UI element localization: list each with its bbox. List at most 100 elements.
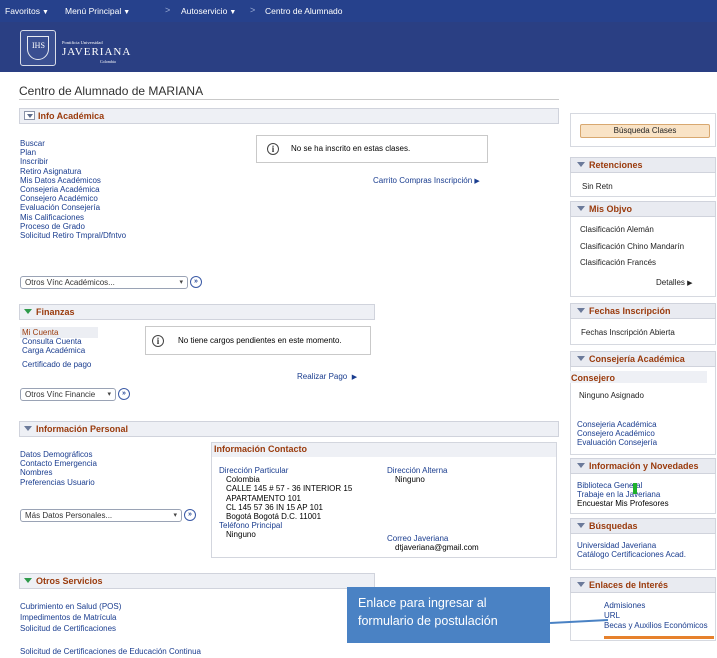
finanzas-header[interactable]: Finanzas [19, 304, 375, 320]
address-line: APARTAMENTO 101 [226, 493, 301, 503]
collapse-triangle-icon[interactable] [577, 356, 585, 362]
title-divider [19, 99, 559, 100]
autoservicio-menu[interactable]: Autoservicio ▼ [181, 6, 236, 16]
busquedas-header[interactable]: Búsquedas [570, 518, 716, 534]
link-consulta-cuenta[interactable]: Consulta Cuenta [22, 337, 91, 346]
link-retiro-asignatura[interactable]: Retiro Asignatura [20, 167, 126, 176]
link-nombres[interactable]: Nombres [20, 468, 97, 477]
telefono-principal-label[interactable]: Teléfono Principal [219, 521, 352, 530]
callout-line-1: Enlace para ingresar al [358, 596, 487, 610]
enlaces-header[interactable]: Enlaces de Interés [570, 577, 716, 593]
otros-vinc-academicos-select[interactable]: Otros Vínc Académicos... ▾ [20, 276, 188, 289]
realizar-pago-label: Realizar Pago [297, 372, 348, 381]
breadcrumb-centro-alumnado[interactable]: Centro de Alumnado [265, 6, 343, 16]
favoritos-menu[interactable]: Favoritos ▼ [5, 6, 49, 16]
link-consejero-academico[interactable]: Consejero Académico [577, 429, 657, 438]
link-datos-demograficos[interactable]: Datos Demográficos [20, 450, 97, 459]
telefono-value: Ninguno [226, 530, 256, 540]
detalles-link[interactable]: Detalles ▶ [656, 278, 693, 287]
info-academica-links: Buscar Plan Inscribir Retiro Asignatura … [20, 139, 126, 240]
info-academica-title: Info Académica [38, 111, 105, 121]
mas-datos-personales-select[interactable]: Más Datos Personales... ▾ [20, 509, 182, 522]
collapse-triangle-icon[interactable] [24, 426, 32, 432]
link-trabaje-javeriana[interactable]: Trabaje en la Javeriana [577, 490, 669, 499]
go-button[interactable]: » [190, 276, 202, 288]
direccion-particular: Dirección Particular Colombia CALLE 145 … [219, 466, 352, 540]
link-proceso-grado[interactable]: Proceso de Grado [20, 222, 126, 231]
enlaces-links: Admisiones URL Becas y Auxilios Económic… [604, 601, 708, 631]
collapse-triangle-icon[interactable] [577, 206, 585, 212]
direccion-alterna: Dirección Alterna Ninguno [387, 466, 447, 484]
direccion-alterna-value: Ninguno [395, 475, 425, 485]
objetivo-item: Clasificación Alemán [580, 225, 654, 234]
go-button[interactable]: » [184, 509, 196, 521]
link-carga-academica[interactable]: Carga Académica [22, 346, 91, 355]
correo-javeriana-label[interactable]: Correo Javeriana [387, 534, 479, 543]
select-value: Otros Vínc Financie [25, 390, 96, 399]
info-academica-header[interactable]: Info Académica [19, 108, 559, 124]
collapse-triangle-icon[interactable] [577, 162, 585, 168]
chevron-down-icon: ▼ [123, 9, 131, 16]
link-contacto-emergencia[interactable]: Contacto Emergencia [20, 459, 97, 468]
carrito-compras-link[interactable]: Carrito Compras Inscripción ▶ [373, 176, 480, 185]
mis-objvo-header[interactable]: Mis Objvo [570, 201, 716, 217]
direccion-particular-label[interactable]: Dirección Particular [219, 466, 352, 475]
link-mi-cuenta[interactable]: Mi Cuenta [22, 328, 91, 337]
breadcrumb-separator-icon: > [250, 5, 256, 15]
otros-vinc-financiero-select[interactable]: Otros Vínc Financie ▾ [20, 388, 116, 401]
retenciones-title: Retenciones [589, 160, 643, 170]
link-consejeria-academica[interactable]: Consejeria Académica [20, 185, 126, 194]
link-consejeria-academica[interactable]: Consejeria Académica [577, 420, 657, 429]
objetivo-item: Clasificación Chino Mandarín [580, 242, 685, 251]
link-preferencias-usuario[interactable]: Preferencias Usuario [20, 478, 97, 487]
novedades-header[interactable]: Información y Novedades [570, 458, 716, 474]
direccion-alterna-label[interactable]: Dirección Alterna [387, 466, 447, 475]
link-becas-auxilios[interactable]: Becas y Auxilios Económicos [604, 621, 708, 631]
arrow-right-icon: ▶ [687, 280, 693, 287]
collapse-triangle-icon[interactable] [577, 308, 585, 314]
realizar-pago-link[interactable]: Realizar Pago ▶ [297, 372, 357, 381]
menu-principal-menu[interactable]: Menú Principal ▼ [65, 6, 130, 16]
collapse-toggle-icon[interactable] [24, 111, 35, 121]
correo-value: dtjaveriana@gmail.com [395, 543, 479, 553]
link-url[interactable]: URL [604, 611, 708, 621]
info-personal-header[interactable]: Información Personal [19, 421, 559, 437]
link-cubrimiento-salud[interactable]: Cubrimiento en Salud (POS) [20, 601, 121, 612]
address-line: CALLE 145 # 57 - 36 INTERIOR 15 [226, 484, 353, 494]
link-biblioteca-general[interactable]: Biblioteca General [577, 481, 669, 490]
otros-servicios-header[interactable]: Otros Servicios [19, 573, 375, 589]
fechas-inscripcion-link[interactable]: Fechas Inscripción Abierta [581, 328, 675, 337]
collapse-triangle-icon[interactable] [577, 463, 585, 469]
link-certificaciones-educacion-continua[interactable]: Solicitud de Certificaciones de Educació… [20, 647, 201, 656]
arrow-right-icon: ▶ [474, 178, 480, 185]
consejeria-header[interactable]: Consejería Académica [570, 351, 716, 367]
collapse-triangle-icon[interactable] [24, 578, 32, 584]
otros-servicios-links: Cubrimiento en Salud (POS) Impedimentos … [20, 601, 121, 634]
link-impedimentos-matricula[interactable]: Impedimentos de Matrícula [20, 612, 121, 623]
link-evaluacion-consejeria[interactable]: Evaluación Consejería [577, 438, 657, 447]
cursor-marker [633, 483, 637, 494]
link-mis-datos-academicos[interactable]: Mis Datos Académicos [20, 176, 126, 185]
link-evaluacion-consejeria[interactable]: Evaluación Consejería [20, 203, 126, 212]
novedades-title: Información y Novedades [589, 461, 699, 471]
collapse-triangle-icon[interactable] [577, 582, 585, 588]
link-plan[interactable]: Plan [20, 148, 126, 157]
retenciones-header[interactable]: Retenciones [570, 157, 716, 173]
link-universidad-javeriana[interactable]: Universidad Javeriana [577, 541, 686, 550]
link-mis-calificaciones[interactable]: Mis Calificaciones [20, 213, 126, 222]
link-catalogo-certificaciones[interactable]: Catálogo Certificaciones Acad. [577, 550, 686, 559]
link-certificado-pago[interactable]: Certificado de pago [22, 360, 91, 369]
link-admisiones[interactable]: Admisiones [604, 601, 708, 611]
link-solicitud-certificaciones[interactable]: Solicitud de Certificaciones [20, 623, 121, 634]
no-charges-message: No tiene cargos pendientes en este momen… [178, 336, 342, 345]
link-buscar[interactable]: Buscar [20, 139, 126, 148]
collapse-triangle-icon[interactable] [24, 309, 32, 315]
link-inscribir[interactable]: Inscribir [20, 157, 126, 166]
fechas-header[interactable]: Fechas Inscripción [570, 303, 716, 319]
busqueda-clases-button[interactable]: Búsqueda Clases [580, 124, 710, 138]
collapse-triangle-icon[interactable] [577, 523, 585, 529]
link-consejero-academico[interactable]: Consejero Académico [20, 194, 126, 203]
chevron-down-icon: ▼ [41, 9, 49, 16]
go-button[interactable]: » [118, 388, 130, 400]
link-solicitud-retiro[interactable]: Solicitud Retiro Tmpral/Dfntvo [20, 231, 126, 240]
